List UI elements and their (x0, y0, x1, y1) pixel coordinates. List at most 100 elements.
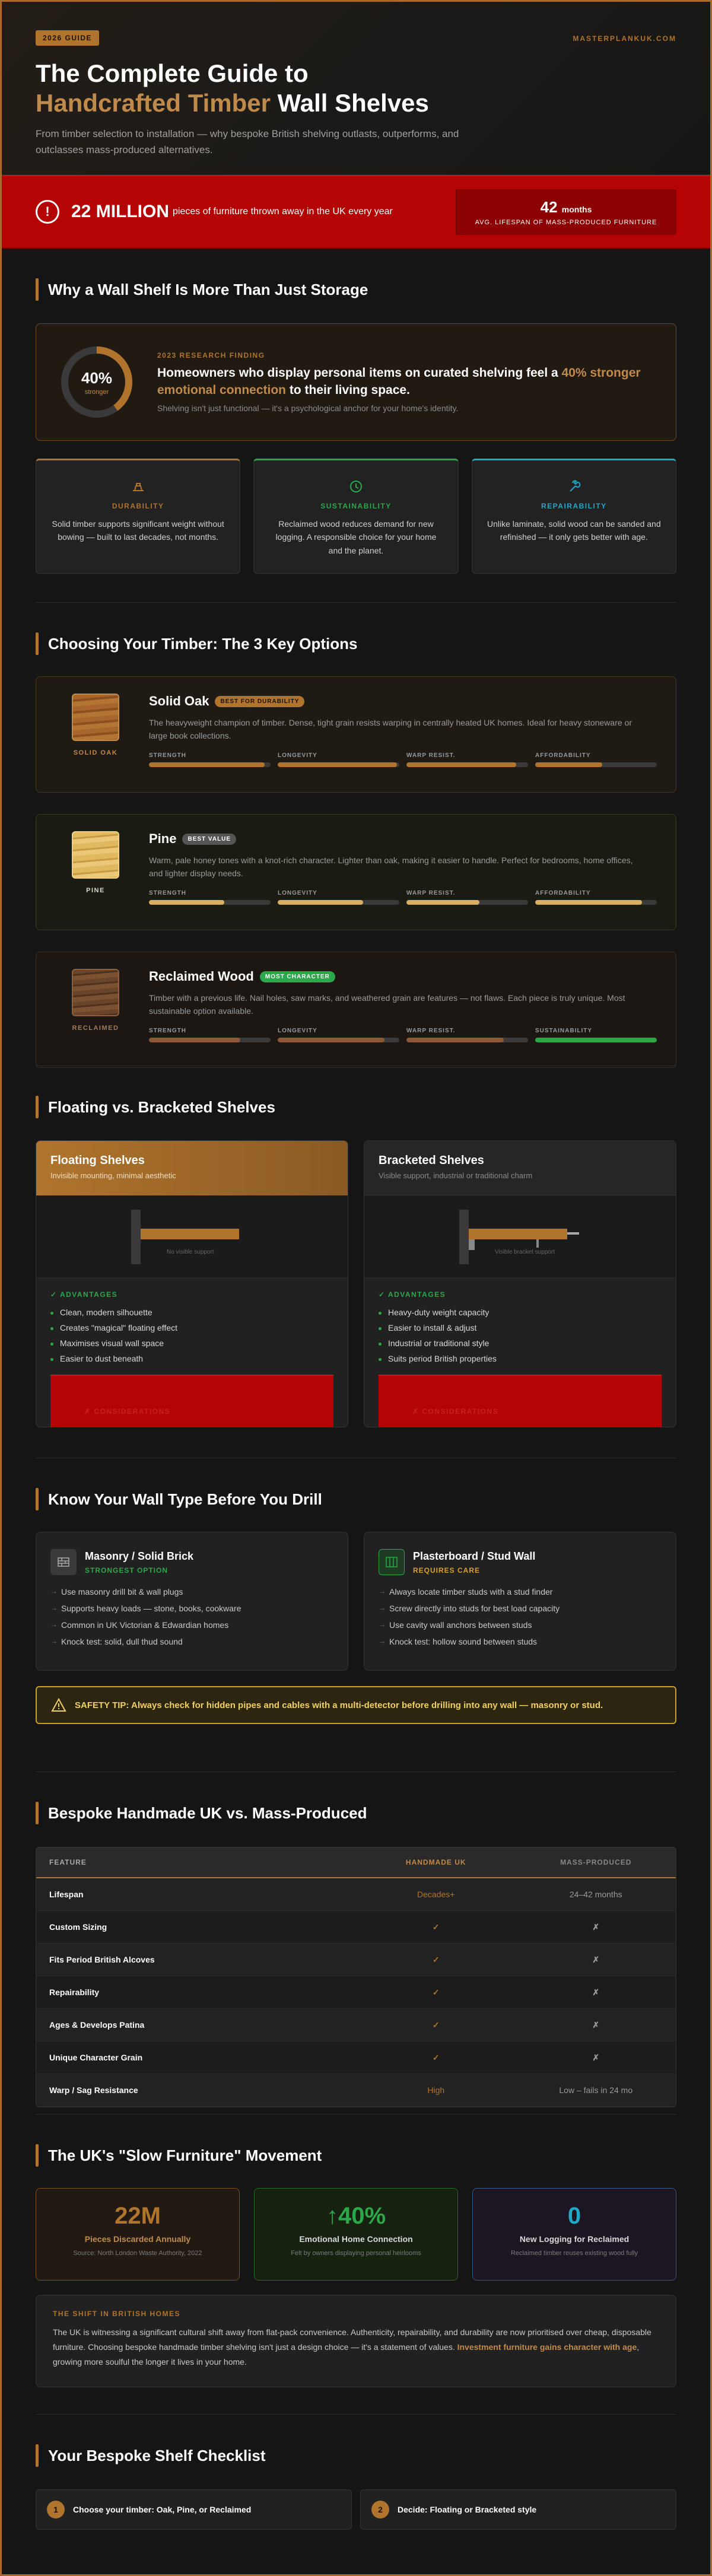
table-cell: ✗ (592, 2052, 600, 2062)
research-kicker: 2023 RESEARCH FINDING (157, 351, 265, 360)
slow-heading: The UK's "Slow Furniture" Movement (36, 2144, 676, 2167)
ring-label: stronger (84, 388, 109, 396)
rating-fill (406, 1037, 504, 1042)
rating-label: LONGEVITY (278, 1027, 317, 1034)
stud-card: Plasterboard / Stud WallREQUIRES CARE Al… (364, 1532, 676, 1671)
rating-label: WARP RESIST. (406, 752, 456, 759)
rating-bars: STRENGTH LONGEVITY WARP RESIST. SUSTAINABIL… (149, 1028, 657, 1042)
rating-label: STRENGTH (149, 752, 186, 759)
timber-section: Choosing Your Timber: The 3 Key Options … (2, 603, 710, 1068)
table-cell: ✓ (432, 1954, 440, 1964)
stat-cards: 22M Pieces Discarded Annually Source: No… (36, 2188, 676, 2281)
table-cell: Decades+ (417, 1890, 455, 1899)
table-cell: ✓ (432, 2020, 440, 2030)
research-headline: Homeowners who display personal items on… (157, 365, 641, 397)
rating-bars: STRENGTH LONGEVITY WARP RESIST. AFFORDABILI… (149, 890, 657, 905)
timber-name: Reclaimed Wood (149, 969, 254, 984)
table-cell: ✓ (432, 1987, 440, 1997)
alert-icon: ! (36, 200, 59, 224)
rating-label: AFFORDABILITY (535, 889, 591, 896)
rating-bar: STRENGTH (149, 752, 271, 767)
list-item: Common in UK Victorian & Edwardian homes (50, 1617, 333, 1633)
table-row: Repairability ✓ ✗ (36, 1976, 676, 2009)
rating-bar: STRENGTH (149, 890, 271, 905)
advantages-list: Heavy-duty weight capacity Easier to inst… (379, 1305, 662, 1366)
checklist-item[interactable]: 2 Decide: Floating or Bracketed style (360, 2489, 676, 2530)
table-cell: ✗ (592, 1922, 600, 1932)
rating-fill (278, 1037, 385, 1042)
list-item: Heavy-duty weight capacity (379, 1305, 662, 1320)
benefit-durability: DURABILITY Solid timber supports signifi… (36, 459, 241, 574)
hero-subtitle: From timber selection to installation — … (36, 128, 459, 156)
table-row: Custom Sizing ✓ ✗ (36, 1911, 676, 1944)
brand-link[interactable]: MASTERPLANKUK.COM (573, 34, 676, 43)
benefit-sustainability: SUSTAINABILITY Reclaimed wood reduces de… (253, 459, 459, 574)
lifespan-label: AVG. LIFESPAN OF MASS-PRODUCED FURNITURE (475, 218, 657, 226)
table-cell: Unique Character Grain (49, 2053, 143, 2062)
table-cell: Warp / Sag Resistance (49, 2085, 138, 2095)
rating-fill (278, 899, 363, 905)
timber-card-reclaimed: RECLAIMED Reclaimed Wood MOST CHARACTER T… (36, 952, 676, 1068)
research-card: 40% stronger 2023 RESEARCH FINDING Homeo… (36, 323, 676, 441)
table-cell: ✓ (432, 2052, 440, 2062)
floating-illustration: No visible support (36, 1195, 348, 1279)
table-cell: Repairability (49, 1987, 100, 1997)
rating-bars: STRENGTH LONGEVITY WARP RESIST. AFFORDABILI… (149, 752, 657, 767)
floating-card: Floating Shelves Invisible mounting, mini… (36, 1140, 348, 1427)
table-cell: Custom Sizing (49, 1922, 107, 1932)
lifespan-box: 42 months AVG. LIFESPAN OF MASS-PRODUCED… (456, 189, 676, 235)
rating-label: SUSTAINABILITY (535, 1027, 593, 1034)
rating-fill (149, 899, 225, 905)
rating-label: STRENGTH (149, 889, 186, 896)
why-heading: Why a Wall Shelf Is More Than Just Stora… (36, 278, 676, 301)
list-item: Knock test: hollow sound between studs (379, 1633, 662, 1650)
timber-heading: Choosing Your Timber: The 3 Key Options (36, 632, 676, 655)
rating-bar: LONGEVITY (278, 890, 399, 905)
masonry-card: Masonry / Solid BrickSTRONGEST OPTION Us… (36, 1532, 348, 1671)
table-row: Lifespan Decades+ 24–42 months (36, 1878, 676, 1911)
table-cell: ✗ (592, 1987, 600, 1997)
table-cell: ✗ (592, 2020, 600, 2030)
walltype-section: Know Your Wall Type Before You Drill Mas… (2, 1458, 710, 1772)
timber-name: Solid Oak (149, 694, 209, 708)
timber-name: Pine (149, 831, 177, 846)
checklist-item[interactable]: 1 Choose your timber: Oak, Pine, or Recl… (36, 2489, 352, 2530)
comparison-table: FEATURE HANDMADE UK MASS-PRODUCED Lifesp… (36, 1847, 676, 2107)
waste-stat: ! 22 MILLION pieces of furniture thrown … (36, 200, 393, 224)
page: 2026 GUIDE MASTERPLANKUK.COM The Complet… (0, 0, 712, 2576)
advantages-list: Clean, modern silhouette Creates "magical… (50, 1305, 333, 1366)
timber-card-pine: PINE Pine BEST VALUE Warm, pale honey ton… (36, 814, 676, 930)
rating-bar: AFFORDABILITY (535, 890, 657, 905)
compare-section: Bespoke Handmade UK vs. Mass-Produced FE… (2, 1772, 710, 2114)
table-row: Ages & Develops Patina ✓ ✗ (36, 2009, 676, 2041)
oak-swatch (72, 694, 119, 741)
list-item: Maximises visual wall space (50, 1335, 333, 1351)
timber-tag: MOST CHARACTER (259, 971, 335, 982)
rating-fill (149, 762, 265, 767)
stud-wall-icon (379, 1549, 405, 1575)
table-cell: Ages & Develops Patina (49, 2020, 145, 2030)
benefit-cards: DURABILITY Solid timber supports signifi… (36, 459, 676, 574)
rating-fill (535, 899, 643, 905)
table-row: Warp / Sag Resistance High Low – fails in … (36, 2074, 676, 2107)
title-line1: The Complete Guide to (36, 59, 309, 87)
list-item: Suits period British properties (379, 1351, 662, 1366)
bracketed-illustration: Visible bracket support (364, 1195, 676, 1279)
scale-icon (50, 478, 225, 495)
list-item: Use masonry drill bit & wall plugs (50, 1583, 333, 1600)
rating-fill (535, 762, 602, 767)
lifespan-unit: months (561, 204, 592, 214)
research-note: Shelving isn't just functional — it's a … (157, 403, 459, 414)
table-header: FEATURE HANDMADE UK MASS-PRODUCED (36, 1847, 676, 1878)
table-cell: 24–42 months (569, 1890, 622, 1899)
wrench-icon (487, 478, 662, 495)
stat-connection: ↑40% Emotional Home Connection Felt by o… (254, 2188, 458, 2281)
waste-label: pieces of furniture thrown away in the U… (173, 206, 393, 217)
percentage-ring: 40% stronger (61, 346, 132, 418)
lifespan-value: 42 (540, 198, 558, 216)
checklist-heading: Your Bespoke Shelf Checklist (36, 2444, 676, 2467)
rating-label: WARP RESIST. (406, 1027, 456, 1034)
list-item: Knock test: solid, dull thud sound (50, 1633, 333, 1650)
list-item: Always locate timber studs with a stud f… (379, 1583, 662, 1600)
list-item: Use cavity wall anchors between studs (379, 1617, 662, 1633)
